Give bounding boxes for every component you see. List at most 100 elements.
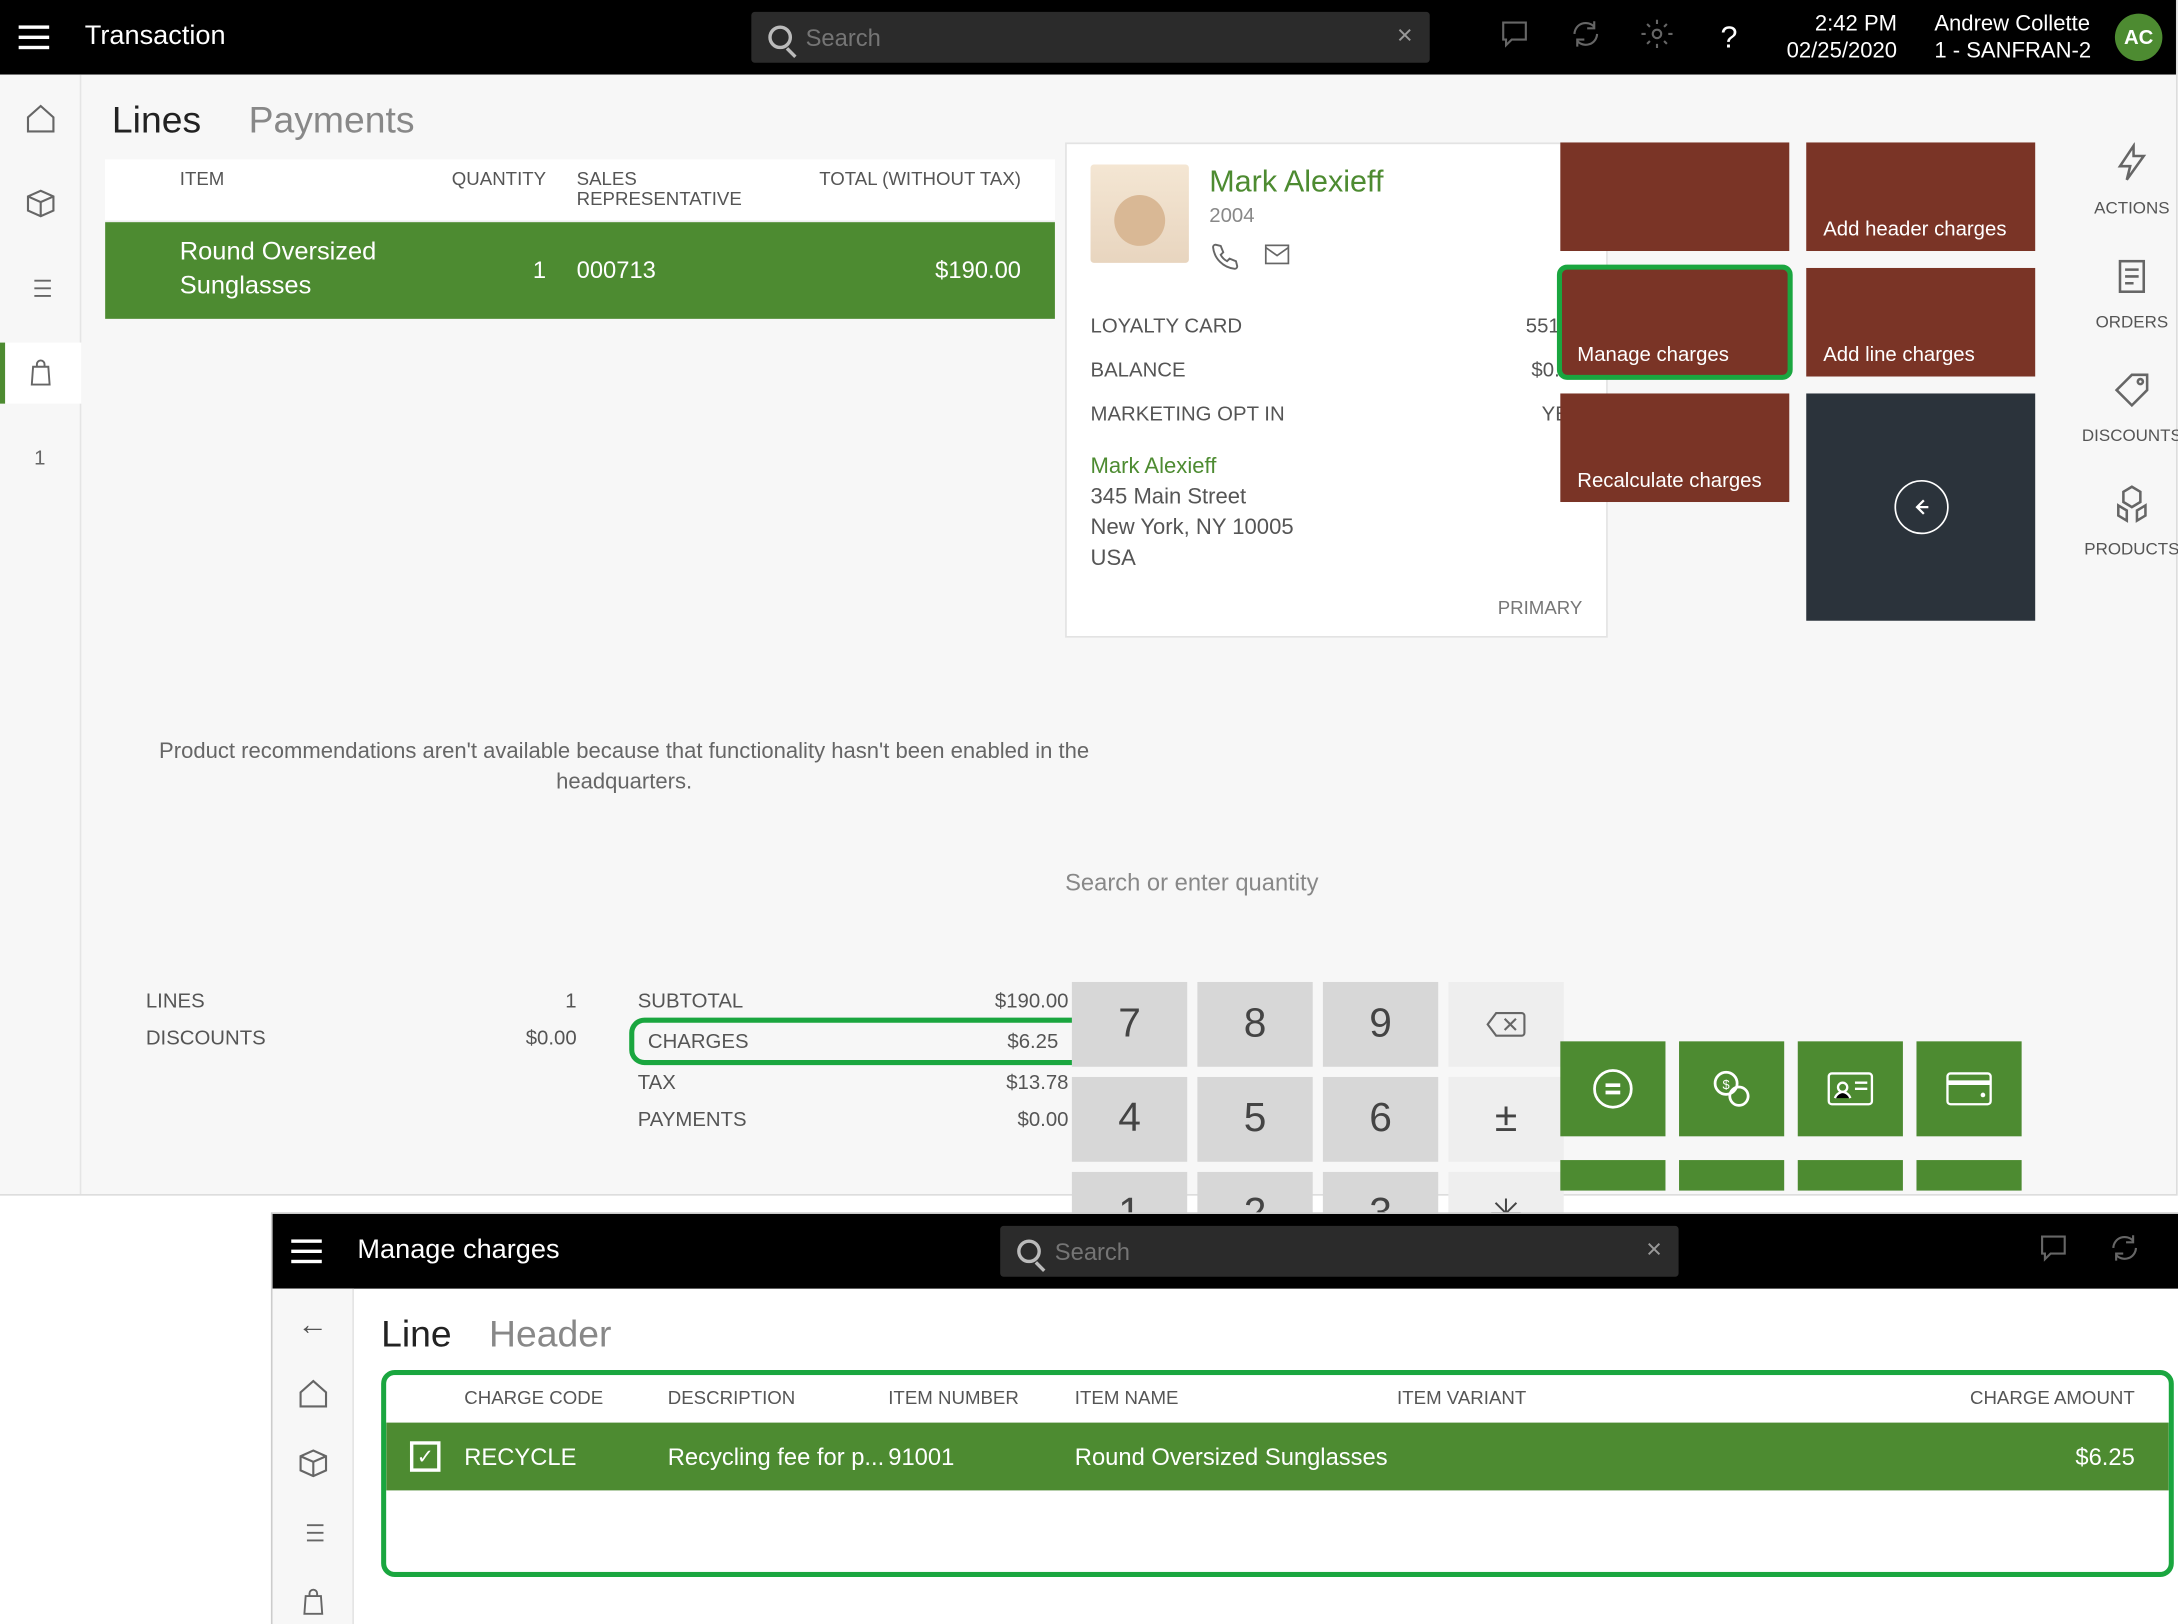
phone-icon[interactable]	[1209, 241, 1240, 280]
cat-products[interactable]: PRODUCTS	[2084, 483, 2178, 559]
rail-bag-icon[interactable]	[272, 1579, 353, 1624]
charges-label: CHARGES	[648, 1029, 749, 1053]
qty-input-placeholder[interactable]: Search or enter quantity	[1065, 868, 1318, 895]
green-stub-4[interactable]	[1916, 1160, 2021, 1191]
green-stub-3[interactable]	[1798, 1160, 1903, 1191]
lines-label: LINES	[146, 989, 205, 1013]
tax-label: TAX	[638, 1070, 676, 1094]
tab-lines[interactable]: Lines	[112, 98, 201, 142]
payments-value: $0.00	[1018, 1107, 1069, 1131]
line-qty: 1	[410, 257, 546, 284]
tile-blank1[interactable]	[1560, 142, 1789, 251]
key-7[interactable]: 7	[1072, 982, 1187, 1067]
green-stub-2[interactable]	[1679, 1160, 1784, 1191]
boxes-icon	[2112, 483, 2153, 534]
charge-amount: $6.25	[1685, 1443, 2168, 1470]
primary-badge: PRIMARY	[1067, 591, 1606, 635]
subtotal-value: $190.00	[995, 989, 1069, 1013]
search-input[interactable]	[806, 24, 1384, 51]
tab-line[interactable]: Line	[381, 1312, 452, 1356]
green-stub-1[interactable]	[1560, 1160, 1665, 1191]
key-8[interactable]: 8	[1197, 982, 1312, 1067]
col-description: DESCRIPTION	[668, 1389, 888, 1409]
rail-list-icon[interactable]	[272, 1510, 353, 1555]
col-item: ITEM	[105, 170, 410, 211]
refresh-icon[interactable]	[2097, 1230, 2151, 1272]
global-search-2[interactable]: ×	[1001, 1226, 1679, 1277]
manage-charges-window: Manage charges × ? 2:42 PM 02/25/2020 ← …	[273, 1214, 2178, 1624]
payments-label: PAYMENTS	[638, 1107, 747, 1131]
action-customer-icon[interactable]	[1798, 1041, 1903, 1136]
checkbox-icon[interactable]: ✓	[410, 1441, 441, 1472]
customer-photo	[1091, 165, 1189, 263]
action-card-icon[interactable]	[1916, 1041, 2021, 1136]
charges-main: Line Header CHARGE CODE DESCRIPTION ITEM…	[354, 1289, 2178, 1624]
col-charge-code: CHARGE CODE	[464, 1389, 668, 1409]
key-9[interactable]: 9	[1323, 982, 1438, 1067]
line-total: $190.00	[801, 257, 1055, 284]
rail-bag-icon[interactable]	[0, 343, 81, 404]
search-input-2[interactable]	[1055, 1238, 1633, 1265]
rail-home-icon[interactable]	[272, 1371, 353, 1416]
settings-icon[interactable]	[2169, 1230, 2178, 1272]
rail-back-icon[interactable]: ←	[272, 1302, 353, 1347]
settings-icon[interactable]	[1631, 16, 1685, 58]
chat-icon[interactable]	[2026, 1230, 2080, 1272]
key-5[interactable]: 5	[1197, 1077, 1312, 1162]
avatar[interactable]: AC	[2115, 14, 2162, 61]
tax-value: $13.78	[1006, 1070, 1068, 1094]
tile-add-header-charges[interactable]: Add header charges	[1806, 142, 2035, 251]
charge-itemno: 91001	[888, 1443, 1075, 1470]
tile-add-line-charges[interactable]: Add line charges	[1806, 268, 2035, 377]
search-icon	[1017, 1239, 1041, 1263]
chat-icon[interactable]	[1488, 16, 1542, 58]
totals-block: LINES1 DISCOUNTS$0.00 SUBTOTAL$190.00 CH…	[132, 982, 1116, 1138]
rail-count-badge[interactable]: 1	[0, 427, 81, 488]
cat-discounts[interactable]: DISCOUNTS	[2082, 370, 2178, 446]
col-item-number: ITEM NUMBER	[888, 1389, 1075, 1409]
line-item-name: Round Oversized Sunglasses	[105, 236, 410, 305]
key-6[interactable]: 6	[1323, 1077, 1438, 1162]
menu-icon[interactable]	[286, 1231, 327, 1272]
loyalty-label: LOYALTY CARD	[1091, 314, 1243, 338]
global-search[interactable]: ×	[751, 12, 1429, 63]
mail-icon[interactable]	[1260, 241, 1294, 280]
rail-inventory-icon[interactable]	[272, 1441, 353, 1486]
green-action-row-2	[1560, 1160, 2021, 1191]
rail-inventory-icon[interactable]	[0, 173, 81, 234]
tab-header[interactable]: Header	[489, 1312, 611, 1356]
cat-actions[interactable]: ACTIONS	[2094, 142, 2169, 218]
action-loyalty-icon[interactable]: $	[1679, 1041, 1784, 1136]
customer-link[interactable]: Mark Alexieff	[1067, 443, 1606, 479]
tag-icon	[2112, 370, 2153, 421]
clear-search-icon[interactable]: ×	[1397, 22, 1413, 53]
charges-header: CHARGE CODE DESCRIPTION ITEM NUMBER ITEM…	[386, 1375, 2168, 1422]
time-value: 2:42 PM	[1787, 11, 1897, 37]
cat-orders[interactable]: ORDERS	[2096, 256, 2169, 332]
tile-back[interactable]	[1806, 393, 2035, 620]
rail-list-icon[interactable]	[0, 258, 81, 319]
lines-header: ITEM QUANTITY SALES REPRESENTATIVE TOTAL…	[105, 159, 1055, 222]
lines-table: ITEM QUANTITY SALES REPRESENTATIVE TOTAL…	[105, 159, 1055, 318]
key-4[interactable]: 4	[1072, 1077, 1187, 1162]
transaction-window: Transaction × ? 2:42 PM 02/25/2020 Andre…	[0, 0, 2176, 1194]
charge-row[interactable]: ✓ RECYCLE Recycling fee for p... 91001 R…	[386, 1423, 2168, 1491]
rail-home-icon[interactable]	[0, 88, 81, 149]
back-arrow-icon	[1894, 480, 1948, 534]
lightning-icon	[2111, 142, 2152, 193]
tab-payments[interactable]: Payments	[249, 98, 415, 142]
tile-manage-charges[interactable]: Manage charges	[1560, 268, 1789, 377]
tile-recalculate-charges[interactable]: Recalculate charges	[1560, 393, 1789, 502]
left-rail-2: ←	[273, 1289, 354, 1624]
help-icon[interactable]: ?	[1702, 20, 1756, 56]
key-backspace[interactable]	[1448, 982, 1563, 1067]
action-equals-icon[interactable]	[1560, 1041, 1665, 1136]
svg-text:$: $	[1723, 1077, 1730, 1092]
menu-icon[interactable]	[14, 17, 55, 58]
key-plusminus[interactable]: ±	[1448, 1077, 1563, 1162]
titlebar-2: Manage charges × ? 2:42 PM 02/25/2020	[273, 1214, 2178, 1289]
user-block[interactable]: Andrew Collette 1 - SANFRAN-2	[1934, 11, 2091, 64]
refresh-icon[interactable]	[1559, 16, 1613, 58]
clear-search-icon[interactable]: ×	[1646, 1236, 1662, 1267]
line-row[interactable]: Round Oversized Sunglasses 1 000713 $190…	[105, 222, 1055, 318]
